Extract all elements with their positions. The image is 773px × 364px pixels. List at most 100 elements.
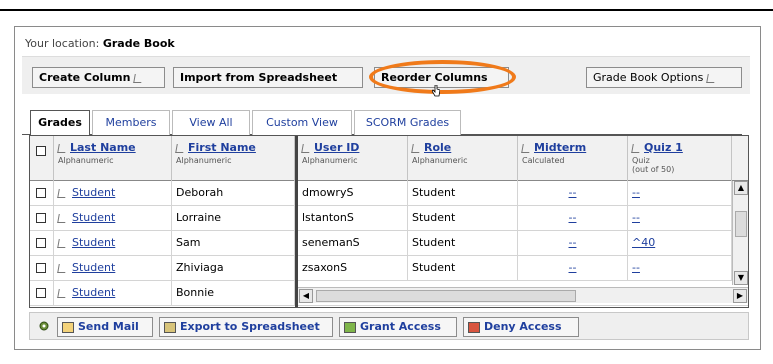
student-link[interactable]: Student — [72, 236, 115, 249]
quiz-1-cell: -- — [628, 206, 732, 231]
row-checkbox[interactable] — [36, 188, 46, 198]
import-spreadsheet-button[interactable]: Import from Spreadsheet — [173, 67, 363, 88]
role-cell: Student — [408, 181, 518, 206]
create-column-button[interactable]: Create Column — [32, 67, 165, 88]
row-menu-icon[interactable] — [57, 263, 67, 273]
user-id-cell: dmowryS — [298, 181, 408, 206]
row-checkbox[interactable] — [36, 263, 46, 273]
menu-dropdown-icon — [133, 73, 144, 83]
row-checkbox[interactable] — [36, 288, 46, 298]
user-id-cell: senemanS — [298, 231, 408, 256]
tab-members[interactable]: Members — [92, 110, 170, 135]
export-spreadsheet-label: Export to Spreadsheet — [180, 320, 320, 333]
role-cell: Student — [408, 231, 518, 256]
header-user-id-title: User ID — [314, 141, 360, 154]
send-mail-button[interactable]: Send Mail — [57, 317, 153, 337]
grade-link[interactable]: -- — [632, 186, 640, 199]
student-link[interactable]: Student — [72, 286, 115, 299]
row-menu-icon[interactable] — [57, 238, 67, 248]
quiz-1-cell: -- — [628, 256, 732, 281]
deny-access-button[interactable]: Deny Access — [463, 317, 579, 337]
grant-access-icon — [344, 321, 356, 333]
header-first-name[interactable]: First Name Alphanumeric — [172, 136, 295, 181]
grade-link[interactable]: -- — [569, 186, 577, 199]
grade-book-options-button[interactable]: Grade Book Options — [586, 67, 742, 88]
scroll-up-icon[interactable]: ▲ — [734, 181, 748, 195]
grade-link[interactable]: -- — [632, 261, 640, 274]
student-link[interactable]: Student — [72, 211, 115, 224]
table-row: Student Lorraine lstantonS Student -- -- — [30, 206, 748, 231]
row-checkbox[interactable] — [36, 238, 46, 248]
header-role[interactable]: Role Alphanumeric — [408, 136, 518, 181]
header-midterm-title: Midterm — [534, 141, 587, 154]
menu-dropdown-icon — [706, 73, 717, 83]
header-last-name-title: Last Name — [70, 141, 136, 154]
header-quiz-1[interactable]: Quiz 1 Quiz (out of 50) — [628, 136, 732, 181]
sort-icon — [301, 143, 311, 153]
grade-link[interactable]: -- — [569, 211, 577, 224]
header-user-id-type: Alphanumeric — [302, 156, 358, 165]
scroll-left-icon[interactable]: ◀ — [299, 289, 313, 303]
last-name-cell: Student — [54, 231, 172, 256]
grade-link[interactable]: -- — [569, 261, 577, 274]
breadcrumb: Your location: Grade Book — [25, 37, 175, 50]
sort-icon — [411, 143, 421, 153]
row-menu-icon[interactable] — [57, 288, 67, 298]
sort-icon — [521, 143, 531, 153]
mail-icon — [62, 321, 74, 333]
create-column-label: Create Column — [39, 71, 131, 84]
export-spreadsheet-button[interactable]: Export to Spreadsheet — [159, 317, 333, 337]
student-link[interactable]: Student — [72, 186, 115, 199]
action-bar: Send Mail Export to Spreadsheet Grant Ac… — [29, 312, 749, 340]
row-checkbox[interactable] — [36, 213, 46, 223]
role-cell: Student — [408, 256, 518, 281]
gear-icon[interactable] — [38, 320, 50, 332]
row-select-cell — [30, 206, 54, 231]
deny-access-label: Deny Access — [484, 320, 562, 333]
header-midterm[interactable]: Midterm Calculated — [518, 136, 628, 181]
first-name-cell: Zhiviaga — [172, 256, 295, 281]
vertical-scroll-thumb[interactable] — [735, 211, 747, 237]
grant-access-label: Grant Access — [360, 320, 441, 333]
last-name-cell: Student — [54, 281, 172, 306]
header-role-type: Alphanumeric — [412, 156, 468, 165]
horizontal-scroll-thumb[interactable] — [316, 290, 576, 302]
header-user-id[interactable]: User ID Alphanumeric — [298, 136, 408, 181]
header-last-name[interactable]: Last Name Alphanumeric — [54, 136, 172, 181]
select-all-checkbox[interactable] — [36, 146, 46, 156]
grade-link[interactable]: -- — [569, 236, 577, 249]
row-menu-icon[interactable] — [57, 213, 67, 223]
export-icon — [164, 321, 176, 333]
hand-cursor-icon — [432, 85, 440, 97]
tab-scorm-grades[interactable]: SCORM Grades — [354, 110, 461, 135]
grade-link[interactable]: ^40 — [632, 236, 655, 249]
user-id-cell: lstantonS — [298, 206, 408, 231]
header-role-title: Role — [424, 141, 452, 154]
grade-link[interactable]: -- — [632, 211, 640, 224]
row-menu-icon[interactable] — [57, 188, 67, 198]
scroll-right-icon[interactable]: ▶ — [733, 289, 747, 303]
table-row: Student Deborah dmowryS Student -- -- — [30, 181, 748, 206]
grade-book-options-label: Grade Book Options — [593, 71, 704, 84]
import-spreadsheet-label: Import from Spreadsheet — [180, 71, 338, 84]
header-quiz-1-points: (out of 50) — [632, 165, 675, 174]
scroll-down-icon[interactable]: ▼ — [734, 271, 748, 285]
last-name-cell: Student — [54, 206, 172, 231]
last-name-cell: Student — [54, 181, 172, 206]
tab-custom-view[interactable]: Custom View — [252, 110, 352, 135]
header-quiz-1-type: Quiz — [632, 156, 650, 165]
vertical-scrollbar[interactable]: ▲ ▼ — [732, 181, 748, 285]
header-first-name-title: First Name — [188, 141, 256, 154]
tab-grades[interactable]: Grades — [30, 110, 90, 136]
table-header: Last Name Alphanumeric First Name Alphan… — [30, 136, 748, 181]
sort-icon — [631, 143, 641, 153]
horizontal-scrollbar[interactable]: ◀ ▶ — [298, 287, 748, 303]
user-id-cell: zsaxonS — [298, 256, 408, 281]
tab-view-all[interactable]: View All — [172, 110, 250, 135]
grant-access-button[interactable]: Grant Access — [339, 317, 457, 337]
breadcrumb-prefix: Your location: — [25, 37, 100, 50]
student-link[interactable]: Student — [72, 261, 115, 274]
deny-access-icon — [468, 321, 480, 333]
header-first-name-type: Alphanumeric — [176, 156, 232, 165]
midterm-cell: -- — [518, 231, 628, 256]
